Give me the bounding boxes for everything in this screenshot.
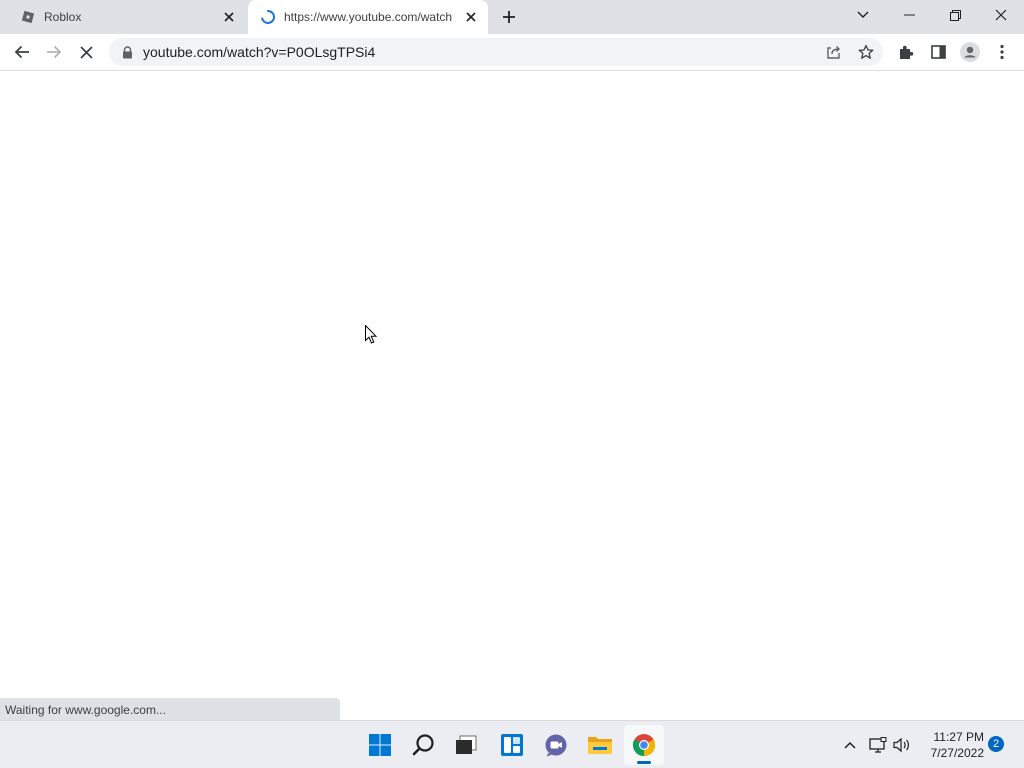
- notification-badge[interactable]: 2: [988, 736, 1004, 752]
- tab-youtube[interactable]: https://www.youtube.com/watch: [248, 0, 488, 34]
- tab-title: https://www.youtube.com/watch: [284, 10, 453, 24]
- page-content[interactable]: [0, 72, 1024, 720]
- widgets-button[interactable]: [492, 725, 532, 765]
- stop-loading-button[interactable]: [72, 38, 100, 66]
- plus-icon: [503, 11, 515, 23]
- close-tab-icon[interactable]: [463, 9, 479, 25]
- taskbar: 11:27 PM 7/27/2022: [0, 720, 1024, 768]
- browser-toolbar: youtube.com/watch?v=P0OLsgTPSi4: [0, 34, 1024, 71]
- puzzle-icon: [900, 45, 914, 59]
- back-button[interactable]: [8, 38, 36, 66]
- share-button[interactable]: [822, 40, 846, 64]
- close-tab-icon[interactable]: [221, 9, 237, 25]
- chrome-taskbar-button[interactable]: [624, 725, 664, 765]
- more-vert-icon: [1000, 44, 1004, 60]
- avatar-icon: [960, 42, 980, 62]
- lock-icon[interactable]: [119, 44, 135, 60]
- loading-spinner-icon: [260, 9, 276, 25]
- clock-date: 7/27/2022: [930, 746, 984, 760]
- forward-button[interactable]: [40, 38, 68, 66]
- tab-search-button[interactable]: [840, 0, 886, 30]
- new-tab-button[interactable]: [498, 7, 520, 27]
- status-bubble: Waiting for www.google.com...: [0, 698, 340, 720]
- share-icon: [827, 46, 840, 59]
- close-icon: [995, 9, 1007, 21]
- chevron-down-icon: [857, 11, 869, 18]
- mouse-cursor-icon: [365, 325, 377, 344]
- search-icon: [412, 734, 434, 756]
- arrow-left-icon: [14, 45, 29, 59]
- arrow-right-icon: [47, 45, 62, 59]
- chevron-up-icon: [844, 741, 856, 749]
- network-button[interactable]: [866, 721, 890, 768]
- restore-icon: [949, 9, 961, 21]
- roblox-icon: [20, 9, 36, 25]
- speaker-icon: [893, 737, 909, 753]
- taskbar-clock[interactable]: 11:27 PM 7/27/2022: [918, 729, 984, 761]
- bookmark-button[interactable]: [854, 40, 878, 64]
- windows-logo-icon: [369, 734, 391, 756]
- address-bar[interactable]: youtube.com/watch?v=P0OLsgTPSi4: [109, 38, 883, 66]
- search-button[interactable]: [404, 725, 444, 765]
- extensions-button[interactable]: [892, 38, 920, 66]
- tab-title: Roblox: [44, 10, 82, 24]
- star-icon: [858, 44, 874, 59]
- file-explorer-button[interactable]: [580, 725, 620, 765]
- show-hidden-icons-button[interactable]: [838, 721, 862, 768]
- active-app-indicator: [637, 761, 651, 764]
- menu-button[interactable]: [988, 38, 1016, 66]
- tab-strip: Roblox https://www.youtube.com/watch: [0, 0, 1024, 34]
- restore-button[interactable]: [932, 0, 978, 30]
- folder-icon: [588, 737, 612, 754]
- tab-roblox[interactable]: Roblox: [8, 0, 246, 34]
- minimize-button[interactable]: [886, 0, 932, 30]
- stop-icon: [79, 45, 93, 59]
- close-window-button[interactable]: [978, 0, 1024, 30]
- profile-button[interactable]: [956, 38, 984, 66]
- chrome-icon: [632, 734, 656, 756]
- volume-button[interactable]: [890, 721, 914, 768]
- widgets-icon: [501, 734, 523, 756]
- minimize-icon: [903, 14, 915, 16]
- teams-chat-button[interactable]: [536, 725, 576, 765]
- task-view-button[interactable]: [446, 725, 486, 765]
- url-text: youtube.com/watch?v=P0OLsgTPSi4: [143, 44, 376, 60]
- network-icon: [869, 737, 887, 753]
- clock-time: 11:27 PM: [933, 730, 984, 744]
- start-button[interactable]: [360, 725, 400, 765]
- side-panel-button[interactable]: [924, 38, 952, 66]
- chat-icon: [545, 734, 567, 757]
- task-view-icon: [456, 735, 477, 754]
- side-panel-icon: [930, 45, 946, 59]
